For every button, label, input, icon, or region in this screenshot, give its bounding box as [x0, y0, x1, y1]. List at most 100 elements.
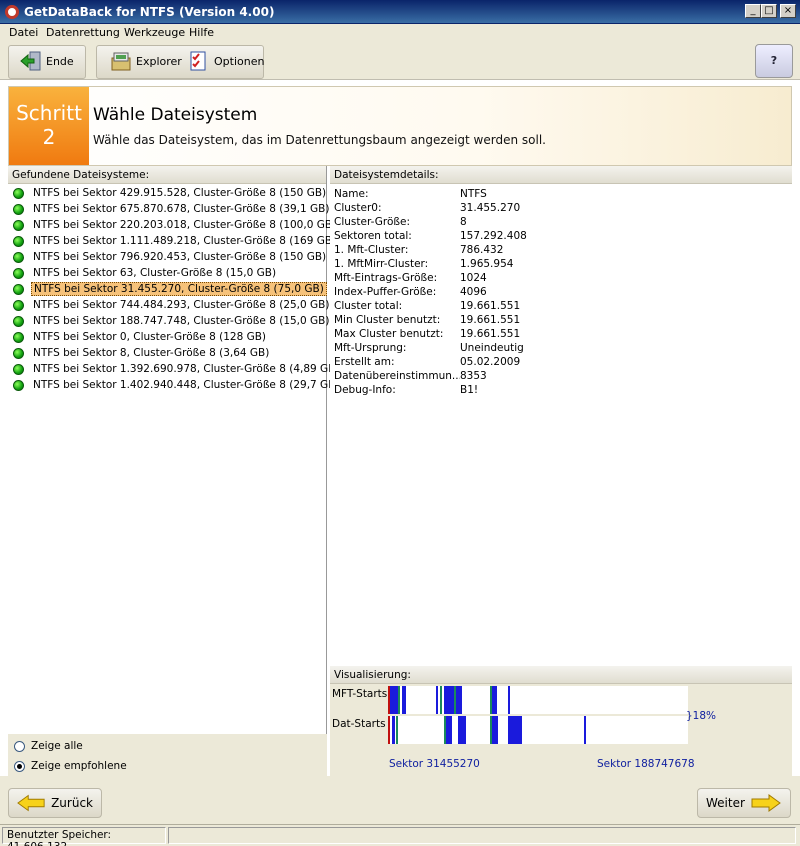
stripe [492, 686, 497, 714]
close-button[interactable]: × [780, 4, 796, 18]
filesystem-item[interactable]: NTFS bei Sektor 220.203.018, Cluster-Grö… [8, 217, 336, 233]
detail-value: 157.292.408 [460, 230, 527, 242]
filesystem-item[interactable]: NTFS bei Sektor 744.484.293, Cluster-Grö… [8, 297, 329, 313]
filesystem-item[interactable]: NTFS bei Sektor 1.111.489.218, Cluster-G… [8, 233, 336, 249]
back-button[interactable]: Zurück [8, 788, 102, 818]
help-button[interactable]: ? [755, 44, 793, 78]
help-icon: ? [770, 54, 778, 67]
detail-row: Mft-Eintrags-Größe: 1024 [334, 272, 788, 286]
stripe [512, 716, 522, 744]
detail-key: Mft-Ursprung: [334, 342, 407, 354]
status-ok-icon [13, 315, 24, 327]
options-button[interactable]: Optionen [188, 49, 264, 73]
exit-icon [20, 51, 41, 71]
detail-row: Erstellt am: 05.02.2009 [334, 356, 788, 370]
detail-key: Mft-Eintrags-Größe: [334, 272, 438, 284]
percent-label: }18% [686, 710, 717, 722]
end-sector-label: Sektor 188747678 [597, 758, 695, 770]
detail-row: Cluster0: 31.455.270 [334, 202, 788, 216]
detail-row: Index-Puffer-Größe: 4096 [334, 286, 788, 300]
menu-bar: Datei Datenrettung Werkzeuge Hilfe [0, 24, 800, 42]
maximize-button[interactable]: □ [761, 4, 777, 18]
found-filesystems-heading: Gefundene Dateisysteme: [8, 166, 326, 184]
filesystem-item[interactable]: NTFS bei Sektor 1.392.690.978, Cluster-G… [8, 361, 340, 377]
stripe [398, 686, 400, 714]
detail-value: 1.965.954 [460, 258, 514, 270]
filesystem-item[interactable]: NTFS bei Sektor 796.920.453, Cluster-Grö… [8, 249, 326, 265]
explorer-button[interactable]: Explorer [110, 49, 182, 73]
title-bar: GetDataBack for NTFS (Version 4.00) _ □ … [0, 0, 800, 24]
detail-value: 4096 [460, 286, 487, 298]
filesystem-item[interactable]: NTFS bei Sektor 1.402.940.448, Cluster-G… [8, 377, 340, 393]
minimize-button[interactable]: _ [745, 4, 761, 18]
detail-row: Min Cluster benutzt: 19.661.551 [334, 314, 788, 328]
navigation-bar: Zurück Weiter [0, 776, 800, 824]
details-panel: Dateisystemdetails: Name: NTFS Cluster0: 31… [330, 166, 792, 664]
detail-key: 1. Mft-Cluster: [334, 244, 409, 256]
stripe [396, 716, 398, 744]
detail-value: 1024 [460, 272, 487, 284]
detail-value: NTFS [460, 188, 487, 200]
stripe [402, 686, 406, 714]
menu-datenrettung[interactable]: Datenrettung [46, 26, 120, 39]
stripe [456, 686, 462, 714]
status-ok-icon [13, 363, 24, 375]
show-all-radio[interactable]: Zeige alle [14, 740, 83, 752]
menu-hilfe[interactable]: Hilfe [189, 26, 214, 39]
filesystem-item[interactable]: NTFS bei Sektor 8, Cluster-Größe 8 (3,64… [8, 345, 326, 361]
detail-row: 1. MftMirr-Cluster: 1.965.954 [334, 258, 788, 272]
filesystem-item[interactable]: NTFS bei Sektor 63, Cluster-Größe 8 (15,… [8, 265, 326, 281]
menu-datei[interactable]: Datei [9, 26, 38, 39]
step-badge: Schritt 2 [9, 87, 89, 165]
filesystem-item[interactable]: NTFS bei Sektor 675.870.678, Cluster-Grö… [8, 201, 329, 217]
visualization-panel: Visualisierung: MFT-Starts Dat-Starts }1… [330, 666, 792, 776]
filesystem-item[interactable]: NTFS bei Sektor 188.747.748, Cluster-Grö… [8, 313, 329, 329]
detail-key: Sektoren total: [334, 230, 412, 242]
window-title: GetDataBack for NTFS (Version 4.00) [24, 5, 275, 19]
detail-key: Cluster-Größe: [334, 216, 411, 228]
found-filesystems-panel: Gefundene Dateisysteme: NTFS bei Sektor … [8, 166, 340, 734]
dat-starts-label: Dat-Starts [332, 718, 386, 730]
filesystem-item[interactable]: NTFS bei Sektor 429.915.528, Cluster-Grö… [8, 185, 326, 201]
menu-werkzeuge[interactable]: Werkzeuge [124, 26, 185, 39]
radio-indicator [14, 760, 25, 772]
status-bar: Benutzter Speicher: 41.606.132 [0, 824, 800, 846]
detail-row: Cluster-Größe: 8 [334, 216, 788, 230]
detail-value: Uneindeutig [460, 342, 524, 354]
status-ok-icon [13, 299, 24, 311]
detail-key: Index-Puffer-Größe: [334, 286, 437, 298]
detail-row: Max Cluster benutzt: 19.661.551 [334, 328, 788, 342]
detail-key: Min Cluster benutzt: [334, 314, 441, 326]
step-title: Wähle Dateisystem [93, 105, 258, 125]
show-recommended-radio[interactable]: Zeige empfohlene [14, 760, 127, 772]
detail-key: Cluster total: [334, 300, 403, 312]
details-table: Name: NTFS Cluster0: 31.455.270 Cluster-Größ… [330, 184, 792, 402]
status-ok-icon [13, 267, 24, 279]
detail-row: Datenübereinstimmun... 8353 [334, 370, 788, 384]
detail-key: 1. MftMirr-Cluster: [334, 258, 429, 270]
status-ok-icon [13, 251, 24, 263]
stripe [388, 716, 390, 744]
filesystem-item[interactable]: NTFS bei Sektor 0, Cluster-Größe 8 (128 … [8, 329, 326, 345]
detail-row: Sektoren total: 157.292.408 [334, 230, 788, 244]
toolbar: Ende Explorer Optionen [0, 42, 800, 80]
mft-starts-bar [388, 686, 688, 714]
detail-value: 8353 [460, 370, 487, 382]
filesystem-item[interactable]: NTFS bei Sektor 31.455.270, Cluster-Größ… [8, 281, 327, 297]
detail-value: 31.455.270 [460, 202, 521, 214]
details-heading: Dateisystemdetails: [330, 166, 792, 184]
status-ok-icon [13, 235, 24, 247]
start-sector-label: Sektor 31455270 [389, 758, 480, 770]
arrow-right-icon [751, 794, 781, 812]
detail-value: 05.02.2009 [460, 356, 521, 368]
detail-value: 19.661.551 [460, 314, 521, 326]
detail-value: 786.432 [460, 244, 504, 256]
stripe [444, 686, 454, 714]
radio-indicator [14, 740, 25, 752]
detail-row: 1. Mft-Cluster: 786.432 [334, 244, 788, 258]
next-button[interactable]: Weiter [697, 788, 791, 818]
detail-row: Mft-Ursprung: Uneindeutig [334, 342, 788, 356]
detail-key: Cluster0: [334, 202, 382, 214]
detail-row: Debug-Info: B1! [334, 384, 788, 398]
exit-button[interactable]: Ende [20, 49, 74, 73]
